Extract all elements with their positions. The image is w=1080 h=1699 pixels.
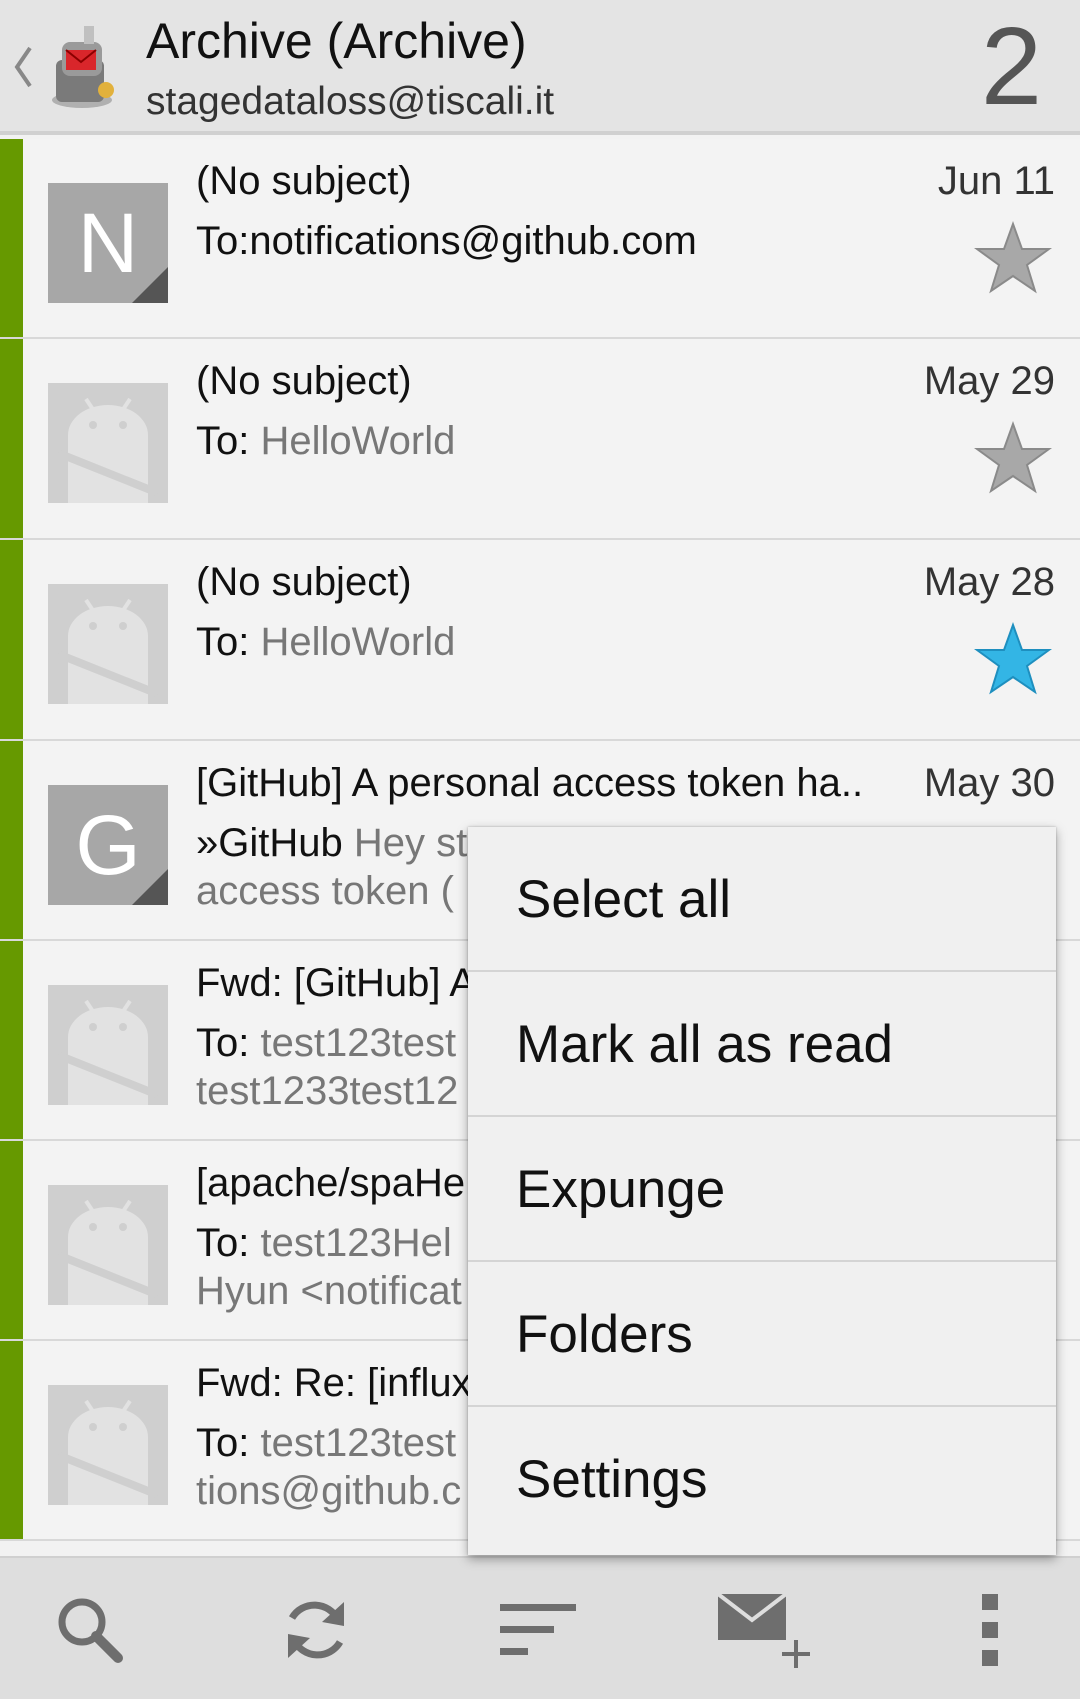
avatar-corner [132,869,168,905]
menu-item-select-all[interactable]: Select all [468,827,1056,972]
android-avatar-icon[interactable] [48,1385,168,1505]
back-arrow-icon[interactable] [12,42,34,92]
message-sender: »GitHub Hey st [196,821,467,866]
star-icon[interactable] [974,221,1052,295]
message-subject: (No subject) [196,359,412,403]
message-recipient: To: HelloWorld [196,620,455,665]
overflow-menu-icon[interactable] [950,1590,1030,1670]
message-subject: [GitHub] A personal access token ha.. [196,761,864,805]
android-avatar-icon[interactable] [48,985,168,1105]
folder-title: Archive (Archive) [146,13,527,69]
message-recipient: To: test123test [196,1421,456,1466]
recipient-name: test123test [260,1421,457,1465]
message-subject: (No subject) [196,159,412,203]
to-label: To: [196,419,261,463]
to-label: To: [196,620,261,664]
app-logo-icon[interactable] [44,20,122,112]
recipient-name: HelloWorld [260,419,456,463]
message-date: Jun 11 [937,159,1055,203]
message-date: May 28 [923,560,1055,604]
action-bar: Archive (Archive) stagedataloss@tiscali.… [0,0,1080,135]
sort-icon[interactable] [498,1590,578,1670]
message-recipient: To: test123test [196,1021,456,1066]
message-preview-line: Hyun <notificat [196,1269,462,1313]
recipient-name: test123test [260,1021,457,1065]
message-recipient: To: HelloWorld [196,419,455,464]
star-icon[interactable] [974,421,1052,495]
star-icon-active[interactable] [974,622,1052,696]
menu-item-folders[interactable]: Folders [468,1262,1056,1407]
to-label: To: [196,1421,261,1465]
recipient-name: test123Hel [260,1221,452,1265]
message-subject: [apache/spaHe [196,1161,466,1205]
account-email: stagedataloss@tiscali.it [146,80,555,123]
message-date: May 30 [923,761,1055,805]
avatar-corner [132,267,168,303]
message-row[interactable]: (No subject) To: HelloWorld May 28 [0,540,1080,741]
search-icon[interactable] [50,1590,130,1670]
account-color-bar [0,339,23,538]
message-row[interactable]: N (No subject) To:notifications@github.c… [0,139,1080,339]
message-subject: Fwd: Re: [influx [196,1361,472,1405]
contact-avatar[interactable]: G [48,785,168,905]
android-avatar-icon[interactable] [48,584,168,704]
message-row[interactable]: (No subject) To: HelloWorld May 29 [0,339,1080,540]
message-preview-line: test1233test12 [196,1069,459,1113]
to-label: To: [196,219,250,263]
contact-avatar[interactable]: N [48,183,168,303]
menu-item-mark-all-read[interactable]: Mark all as read [468,972,1056,1117]
unread-count: 2 [980,5,1042,128]
menu-item-settings[interactable]: Settings [468,1407,1056,1555]
account-color-bar [0,540,23,739]
recipient-name: HelloWorld [260,620,456,664]
to-label: To: [196,1021,261,1065]
message-subject: (No subject) [196,560,412,604]
account-color-bar [0,741,23,939]
menu-item-expunge[interactable]: Expunge [468,1117,1056,1262]
account-color-bar [0,1341,23,1539]
message-preview-line: tions@github.c [196,1469,462,1513]
to-label: To: [196,1221,261,1265]
message-preview: Hey st [353,821,468,865]
sender-name: »GitHub [196,821,354,865]
message-recipient: To: test123Hel [196,1221,452,1266]
account-color-bar [0,1141,23,1339]
message-subject: Fwd: [GitHub] A [196,961,477,1005]
message-recipient: To:notifications@github.com [196,219,697,264]
message-preview-line: access token ( [196,869,454,913]
android-avatar-icon[interactable] [48,1185,168,1305]
bottom-action-bar [0,1556,1080,1699]
compose-icon[interactable] [718,1590,814,1670]
refresh-icon[interactable] [276,1590,356,1670]
message-date: May 29 [923,359,1055,403]
account-color-bar [0,139,23,337]
recipient-address: notifications@github.com [249,219,697,263]
android-avatar-icon[interactable] [48,383,168,503]
overflow-menu: Select all Mark all as read Expunge Fold… [468,827,1056,1555]
account-color-bar [0,941,23,1139]
